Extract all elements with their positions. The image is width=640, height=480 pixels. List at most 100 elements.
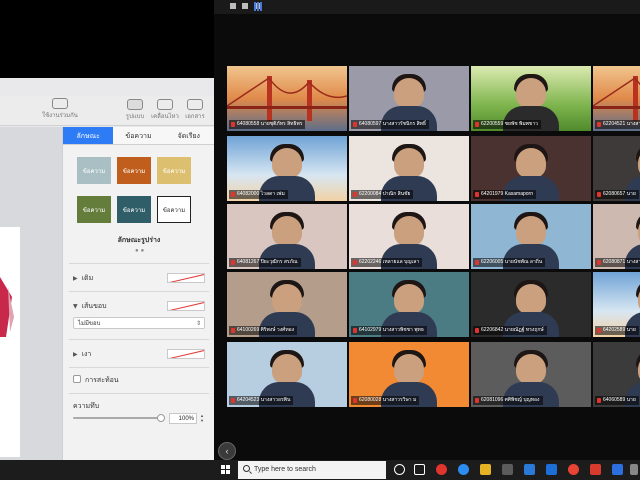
participant-video-tile[interactable]: 64080558 นายชุติภัทร สิทธิพร (227, 66, 347, 131)
shadow-well[interactable] (167, 349, 205, 359)
participant-video-tile[interactable]: 64081267 ปิยะวุฒิกร สรภัณ (227, 204, 347, 269)
participant-video-tile[interactable]: 64082000 ไวลดา เพ่ม (227, 136, 347, 201)
shape-style-2[interactable]: ข้อความ (117, 157, 151, 184)
reflection-checkbox[interactable] (73, 375, 81, 383)
participant-video-tile[interactable]: 64102979 นางสาวพิชชา พุทธ (349, 272, 469, 337)
shape-style-6[interactable]: ข้อความ (157, 196, 191, 223)
border-style-select[interactable]: ไม่มีขอบ ⇕ (73, 317, 205, 329)
participant-video-tile[interactable]: 64201979 Kasamaporn (471, 136, 591, 201)
fill-row[interactable]: ▶ เติม (73, 273, 93, 284)
opacity-stepper[interactable]: ▲ ▼ (199, 413, 205, 424)
participant-video-tile[interactable]: 62080871 นางสาว (593, 204, 640, 269)
participant-face (394, 78, 424, 108)
back-button[interactable]: ‹ (218, 442, 236, 460)
participant-video-tile[interactable]: 64204523 นางสาวอรพิน (227, 342, 347, 407)
animate-icon (157, 99, 173, 110)
participant-name-tag: 62200559 ชยพัช พิมพขาว (473, 120, 541, 129)
tab-style[interactable]: ลักษณะ (63, 127, 114, 144)
tab-text[interactable]: ข้อความ (113, 127, 163, 144)
participant-video-tile[interactable]: 64100269 ศิริพงษ์ วงศ์ทอง (227, 272, 347, 337)
participant-name: 64201979 Kasamaporn (481, 191, 533, 197)
participant-name-tag: 62081096 ศศิพิชญ์ บุญทอง (473, 396, 543, 405)
participant-name-tag: 64060589 นาย (595, 396, 639, 405)
shape-styles-grid: ข้อความ ข้อความ ข้อความ ข้อความ ข้อความ … (77, 157, 201, 223)
participant-video-tile[interactable]: 64080597 นางสาวรัชนิกร สิทธิ์ (349, 66, 469, 131)
store-icon[interactable] (502, 464, 513, 475)
shape-style-1[interactable]: ข้อความ (77, 157, 111, 184)
app-icon[interactable] (612, 464, 623, 475)
participant-video-tile[interactable]: 62206842 นายณัฏฐ์ ทรงฤกษ์ (471, 272, 591, 337)
gallery-view-icon[interactable] (254, 2, 263, 11)
participant-name-tag: 64204523 นางสาวอรพิน (229, 396, 294, 405)
border-row[interactable]: ▼ เส้นขอบ (73, 301, 107, 312)
opacity-field[interactable]: 100% (169, 413, 197, 424)
shadow-row[interactable]: ▶ เงา (73, 349, 91, 360)
mail-icon[interactable] (524, 464, 535, 475)
participant-name: 64202589 นาย (603, 327, 636, 333)
app-icon[interactable] (436, 464, 447, 475)
slide-canvas[interactable] (0, 127, 62, 460)
slide-shape[interactable] (0, 277, 16, 337)
participant-video-tile[interactable]: 62204521 นางสาว (593, 66, 640, 131)
screen: ใช้งานร่วมกัน รูปแบบ เคลื่อนไหว เอกสาร ล… (0, 0, 640, 480)
tab-arrange[interactable]: จัดเรียง (164, 127, 214, 144)
animate-button[interactable]: เคลื่อนไหว (150, 99, 180, 121)
participant-name: 64204523 นางสาวอรพิน (237, 397, 291, 403)
zoom-icon[interactable] (546, 464, 557, 475)
app-icon[interactable] (590, 464, 601, 475)
taskbar-search[interactable]: Type here to search (238, 461, 386, 479)
muted-mic-icon (231, 328, 235, 333)
participant-video-tile[interactable]: 62200559 ชยพัช พิมพขาว (471, 66, 591, 131)
opacity-label: ความทึบ (73, 402, 100, 410)
participant-video-tile[interactable]: 62080657 นาย (593, 136, 640, 201)
windows-start-icon[interactable] (221, 465, 231, 475)
muted-mic-icon (475, 260, 479, 265)
opacity-slider[interactable] (73, 417, 161, 419)
format-icon (127, 99, 143, 110)
fill-color-well[interactable] (167, 273, 205, 283)
document-button[interactable]: เอกสาร (180, 99, 210, 121)
shape-style-3[interactable]: ข้อความ (157, 157, 191, 184)
participant-face (516, 216, 546, 246)
participant-name-tag: 64202589 นาย (595, 326, 639, 335)
muted-mic-icon (231, 260, 235, 265)
window-icon[interactable] (230, 3, 236, 9)
participant-video-tile[interactable]: 62202246 เหลายแล บุญเลา (349, 204, 469, 269)
disclosure-triangle-icon: ▶ (73, 351, 78, 358)
participant-video-tile[interactable]: 64060589 นาย (593, 342, 640, 407)
share-button[interactable]: ใช้งานร่วมกัน (40, 98, 80, 120)
shape-style-5[interactable]: ข้อความ (117, 196, 151, 223)
border-color-well[interactable] (167, 301, 205, 311)
app-icon[interactable] (630, 464, 638, 475)
participant-video-tile[interactable]: 64202589 นาย (593, 272, 640, 337)
task-view-icon[interactable] (414, 464, 425, 475)
divider (69, 367, 209, 368)
border-select-value: ไม่มีขอบ (78, 320, 101, 327)
participant-name-tag: 64201979 Kasamaporn (473, 190, 536, 199)
muted-mic-icon (353, 192, 357, 197)
participant-name: 62200084 ปาณิก สินชัย (359, 191, 411, 197)
cortana-icon[interactable] (394, 464, 405, 475)
inspector-tabs: ลักษณะ ข้อความ จัดเรียง (63, 127, 214, 145)
share-label: ใช้งานร่วมกัน (42, 112, 78, 119)
participant-name-tag: 62080871 นางสาว (595, 258, 640, 267)
shape-style-4[interactable]: ข้อความ (77, 196, 111, 223)
format-button[interactable]: รูปแบบ (120, 99, 150, 121)
page-dots[interactable]: ●● (135, 248, 146, 254)
participant-video-tile[interactable]: 62206005 นายนัชพัณ ลาถิ่น (471, 204, 591, 269)
slide[interactable] (0, 227, 20, 457)
animate-label: เคลื่อนไหว (151, 113, 179, 120)
folder-icon[interactable] (480, 464, 491, 475)
chrome-icon[interactable] (568, 464, 579, 475)
participant-face (272, 216, 302, 246)
window-icon[interactable] (242, 3, 248, 9)
opacity-slider-knob[interactable] (157, 414, 165, 422)
divider (69, 393, 209, 394)
participant-video-tile[interactable]: 62080028 นางสาวรวิษา ม (349, 342, 469, 407)
participant-video-tile[interactable]: 62081096 ศศิพิชญ์ บุญทอง (471, 342, 591, 407)
participant-name-tag: 62204521 นางสาว (595, 120, 640, 129)
participant-video-tile[interactable]: 62200084 ปาณิก สินชัย (349, 136, 469, 201)
edge-icon[interactable] (458, 464, 469, 475)
participant-name: 62206005 นายนัชพัณ ลาถิ่น (481, 259, 543, 265)
participant-face (516, 284, 546, 314)
